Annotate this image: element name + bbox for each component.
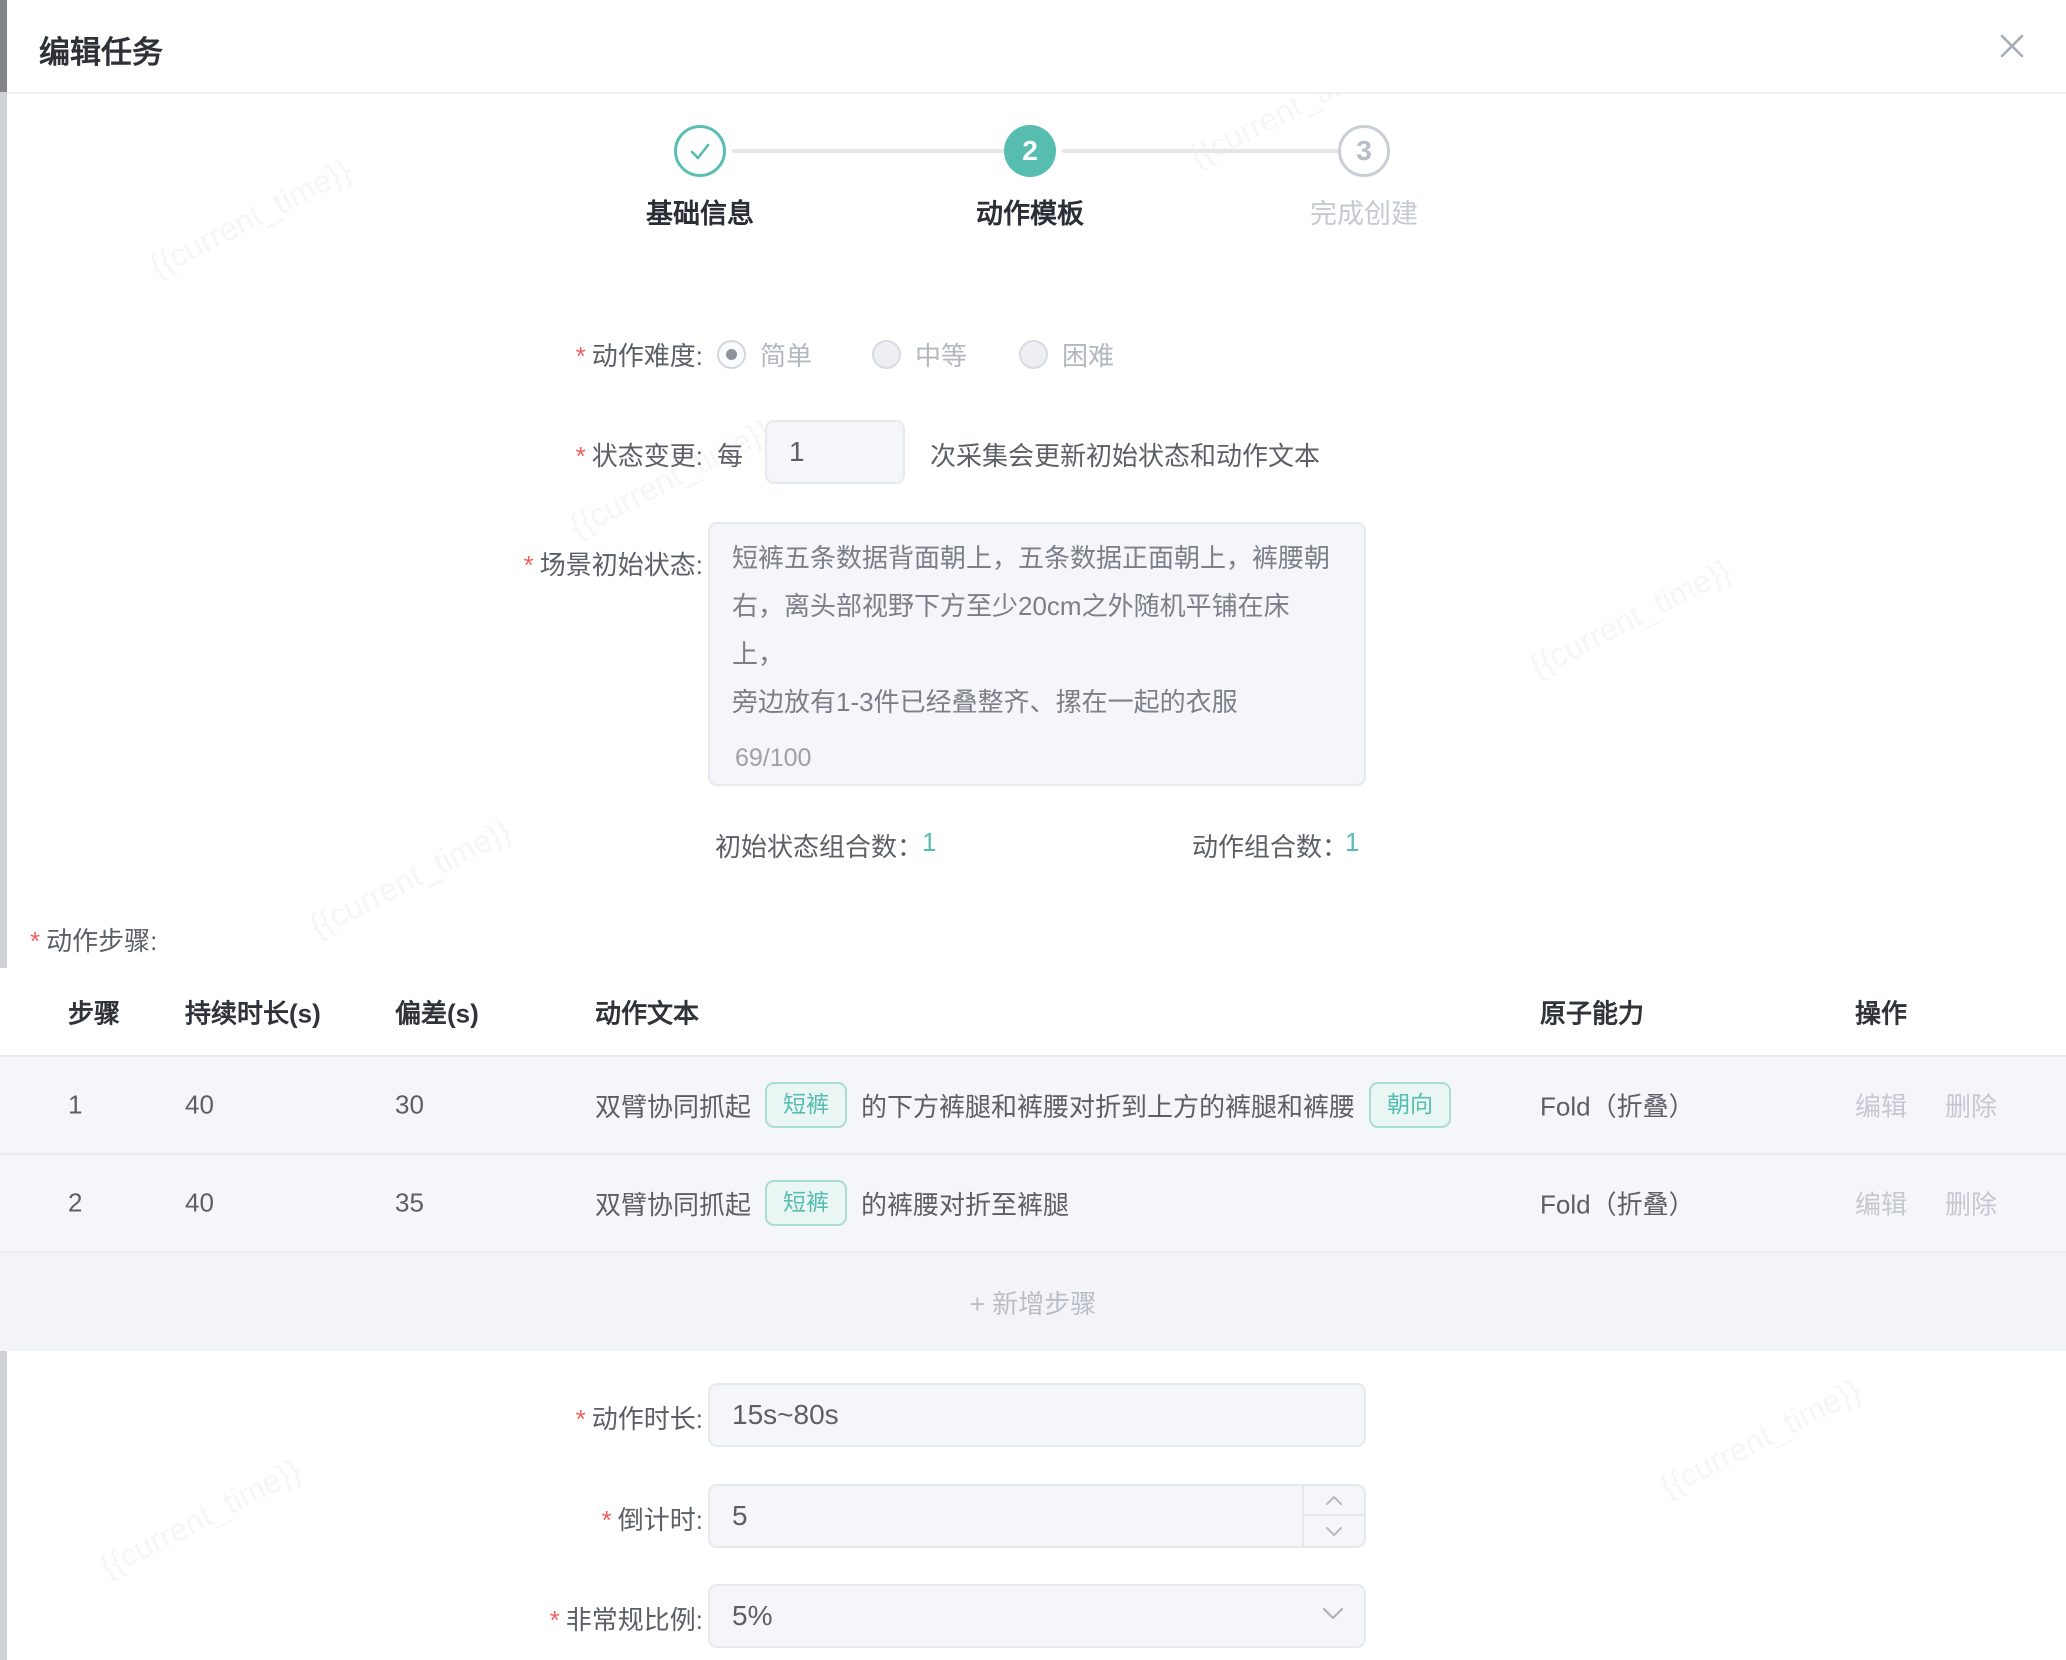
stepper-connector-1	[732, 149, 1010, 153]
check-icon	[686, 137, 714, 165]
step-3-label: 完成创建	[1234, 192, 1494, 231]
dialog-header: 编辑任务	[7, 0, 2066, 94]
stepper-connector-2	[1062, 149, 1340, 153]
duration-label: *动作时长:	[576, 1399, 703, 1436]
required-mark: *	[550, 1605, 560, 1635]
difficulty-label: *动作难度:	[576, 336, 703, 373]
action-combo-value: 1	[1345, 827, 1359, 858]
state-change-suffix: 次采集会更新初始状态和动作文本	[930, 436, 1320, 473]
step-3-circle: 3	[1338, 125, 1390, 177]
step-2-number: 2	[1022, 135, 1038, 167]
radio-easy[interactable]: 简单	[717, 336, 812, 373]
orientation-tag: 朝向	[1369, 1082, 1451, 1127]
unusual-ratio-value: 5%	[732, 1600, 772, 1632]
required-mark: *	[602, 1505, 612, 1535]
cell-duration: 40	[185, 1090, 214, 1121]
chevron-up-icon	[1325, 1495, 1343, 1506]
char-counter: 69/100	[735, 744, 811, 773]
cell-action-text: 双臂协同抓起 短裤 的下方裤腿和裤腰对折到上方的裤腿和裤腰 朝向	[595, 1057, 1451, 1153]
required-mark: *	[524, 550, 534, 580]
cell-action-text: 双臂协同抓起 短裤 的裤腰对折至裤腿	[595, 1155, 1069, 1251]
action-combo-label: 动作组合数：	[1192, 827, 1348, 864]
chevron-down-icon	[1322, 1607, 1344, 1620]
select-arrow	[1322, 1607, 1344, 1625]
state-change-input[interactable]: 1	[765, 420, 905, 484]
unusual-ratio-select[interactable]: 5%	[708, 1584, 1366, 1648]
dialog-title: 编辑任务	[39, 27, 163, 72]
duration-input[interactable]: 15s~80s	[708, 1383, 1366, 1447]
chevron-down-icon	[1325, 1526, 1343, 1537]
col-operation: 操作	[1855, 993, 1907, 1030]
countdown-input[interactable]: 5	[708, 1484, 1366, 1548]
step-2-label: 动作模板	[900, 192, 1160, 231]
table-header: 步骤 持续时长(s) 偏差(s) 动作文本 原子能力 操作	[0, 968, 2066, 1055]
required-mark: *	[576, 1404, 586, 1434]
step-1-circle	[674, 125, 726, 177]
state-change-prefix: 每	[717, 436, 743, 473]
close-button[interactable]	[1992, 26, 2032, 66]
radio-circle-selected	[717, 340, 746, 369]
state-change-value: 1	[789, 436, 805, 468]
object-tag: 短裤	[765, 1180, 847, 1225]
cell-operation: 编辑 删除	[1855, 1087, 1997, 1124]
object-tag: 短裤	[765, 1082, 847, 1127]
cell-step: 2	[68, 1188, 82, 1219]
radio-medium-label: 中等	[915, 336, 967, 373]
radio-circle	[872, 340, 901, 369]
required-mark: *	[576, 441, 586, 471]
cell-deviation: 30	[395, 1090, 424, 1121]
radio-hard-label: 困难	[1062, 336, 1114, 373]
state-change-label: *状态变更:	[576, 436, 703, 473]
radio-medium[interactable]: 中等	[872, 336, 967, 373]
delete-link[interactable]: 删除	[1945, 1092, 1997, 1122]
cell-ability: Fold（折叠）	[1540, 1185, 1695, 1222]
watermark: {{current_time}}	[304, 812, 517, 945]
cell-duration: 40	[185, 1188, 214, 1219]
radio-hard[interactable]: 困难	[1019, 336, 1114, 373]
cell-step: 1	[68, 1090, 82, 1121]
close-icon	[1996, 30, 2028, 62]
col-step: 步骤	[68, 993, 120, 1030]
action-steps-label: *动作步骤:	[30, 921, 157, 958]
radio-circle	[1019, 340, 1048, 369]
radio-easy-label: 简单	[760, 336, 812, 373]
step-3-number: 3	[1356, 135, 1372, 167]
duration-value: 15s~80s	[732, 1399, 839, 1431]
table-row: 1 40 30 双臂协同抓起 短裤 的下方裤腿和裤腰对折到上方的裤腿和裤腰 朝向…	[0, 1055, 2066, 1153]
required-mark: *	[30, 926, 40, 956]
unusual-ratio-label: *非常规比例:	[550, 1600, 703, 1637]
cell-ability: Fold（折叠）	[1540, 1087, 1695, 1124]
step-2-circle: 2	[1004, 125, 1056, 177]
initial-combo-label: 初始状态组合数：	[715, 827, 923, 864]
col-duration: 持续时长(s)	[185, 993, 321, 1030]
cell-deviation: 35	[395, 1188, 424, 1219]
cell-operation: 编辑 删除	[1855, 1185, 1997, 1222]
decrease-button[interactable]	[1304, 1516, 1364, 1546]
watermark: {{current_time}}	[1524, 552, 1737, 685]
required-mark: *	[576, 341, 586, 371]
increase-button[interactable]	[1304, 1486, 1364, 1516]
table-row: 2 40 35 双臂协同抓起 短裤 的裤腰对折至裤腿 Fold（折叠） 编辑 删除	[0, 1153, 2066, 1251]
countdown-label: *倒计时:	[602, 1500, 703, 1537]
col-ability: 原子能力	[1540, 993, 1644, 1030]
steps-table: 步骤 持续时长(s) 偏差(s) 动作文本 原子能力 操作 1 40 30 双臂…	[0, 968, 2066, 1351]
col-deviation: 偏差(s)	[395, 993, 479, 1030]
initial-combo-value: 1	[922, 827, 936, 858]
edit-link[interactable]: 编辑	[1855, 1190, 1907, 1220]
col-action-text: 动作文本	[595, 993, 699, 1030]
initial-state-label: *场景初始状态:	[524, 545, 703, 582]
step-1-label: 基础信息	[570, 192, 830, 231]
edit-link[interactable]: 编辑	[1855, 1092, 1907, 1122]
watermark: {{current_time}}	[94, 1452, 307, 1585]
add-step-label: + 新增步骤	[970, 1284, 1096, 1321]
countdown-value: 5	[732, 1500, 748, 1532]
number-stepper	[1302, 1486, 1364, 1546]
watermark: {{current_time}}	[144, 152, 357, 285]
edit-task-dialog: {{current_time}} {{current_time}} {{curr…	[0, 0, 2066, 1660]
page-left-edge	[0, 0, 7, 1660]
watermark: {{current_time}}	[1654, 1372, 1867, 1505]
delete-link[interactable]: 删除	[1945, 1190, 1997, 1220]
initial-state-value: 短裤五条数据背面朝上，五条数据正面朝上，裤腰朝 右，离头部视野下方至少20cm之…	[732, 534, 1338, 726]
add-step-button[interactable]: + 新增步骤	[0, 1251, 2066, 1351]
